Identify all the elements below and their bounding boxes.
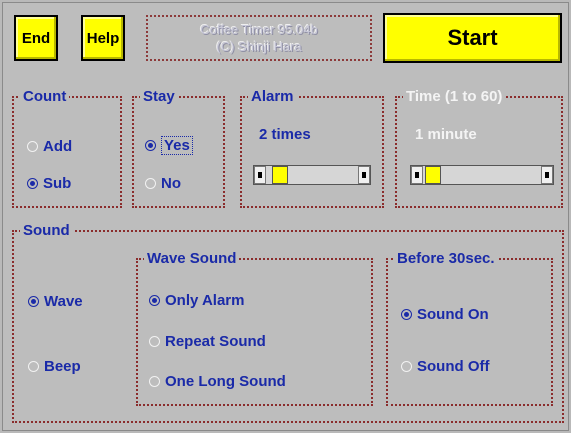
wave-sound-group: Wave Sound Only Alarm Repeat Sound One L… [136,250,373,406]
count-add-radio[interactable]: Add [27,138,72,155]
before-30sec-legend: Before 30sec. [394,250,498,267]
radio-selected-icon [401,309,412,320]
count-sub-radio[interactable]: Sub [27,175,71,192]
slider-left-arrow-icon[interactable] [254,166,266,184]
radio-unselected-icon [145,178,156,189]
time-value: 1 minute [415,126,477,143]
stay-no-radio[interactable]: No [145,175,181,192]
wave-repeat-sound-radio[interactable]: Repeat Sound [149,333,266,350]
time-slider-thumb[interactable] [425,166,441,184]
radio-label: One Long Sound [165,373,286,390]
radio-label: Sub [43,175,72,192]
slider-right-arrow-icon[interactable] [541,166,553,184]
radio-label: Yes [161,136,193,155]
radio-label: Only Alarm [165,292,245,309]
time-slider[interactable] [410,165,554,185]
alarm-value: 2 times [259,126,311,143]
radio-unselected-icon [28,361,39,372]
wave-sound-legend: Wave Sound [144,250,240,267]
wave-only-alarm-radio[interactable]: Only Alarm [149,292,244,309]
time-group: Time (1 to 60) 1 minute [395,88,563,208]
radio-label: Repeat Sound [165,333,266,350]
radio-unselected-icon [149,336,160,347]
radio-unselected-icon [27,141,38,152]
slider-left-arrow-icon[interactable] [411,166,423,184]
alarm-group: Alarm 2 times [240,88,384,208]
sound-off-radio[interactable]: Sound Off [401,358,489,375]
wave-one-long-sound-radio[interactable]: One Long Sound [149,373,286,390]
before-30sec-group: Before 30sec. Sound On Sound Off [386,250,553,406]
radio-label: No [161,175,181,192]
count-legend: Count [20,88,70,105]
radio-label: Add [43,138,73,155]
alarm-slider[interactable] [253,165,371,185]
stay-legend: Stay [140,88,178,105]
count-group: Count Add Sub [12,88,122,208]
radio-selected-icon [149,295,160,306]
end-button[interactable]: End [14,15,58,61]
radio-label: Wave [44,293,83,310]
coffee-timer-window: End Help Coffee Timer 95.04b (C) Shinji … [2,2,569,431]
title-line-2: (C) Shinji Hara [216,39,302,54]
sound-wave-radio[interactable]: Wave [28,293,83,310]
radio-selected-icon [145,140,156,151]
sound-group: Sound Wave Beep Wave Sound Only Alarm Re… [12,222,564,423]
stay-yes-radio[interactable]: Yes [145,136,193,155]
sound-on-radio[interactable]: Sound On [401,306,489,323]
time-legend: Time (1 to 60) [403,88,506,105]
start-button[interactable]: Start [383,13,562,63]
radio-unselected-icon [401,361,412,372]
alarm-slider-thumb[interactable] [272,166,288,184]
sound-beep-radio[interactable]: Beep [28,358,81,375]
radio-label: Sound Off [417,358,490,375]
title-line-1: Coffee Timer 95.04b [200,22,318,37]
stay-group: Stay Yes No [132,88,225,208]
radio-selected-icon [28,296,39,307]
radio-unselected-icon [149,376,160,387]
alarm-legend: Alarm [248,88,297,105]
radio-label: Beep [44,358,81,375]
radio-label: Sound On [417,306,489,323]
radio-selected-icon [27,178,38,189]
slider-right-arrow-icon[interactable] [358,166,370,184]
help-button[interactable]: Help [81,15,125,61]
sound-legend: Sound [20,222,73,239]
app-title: Coffee Timer 95.04b (C) Shinji Hara [146,15,372,61]
